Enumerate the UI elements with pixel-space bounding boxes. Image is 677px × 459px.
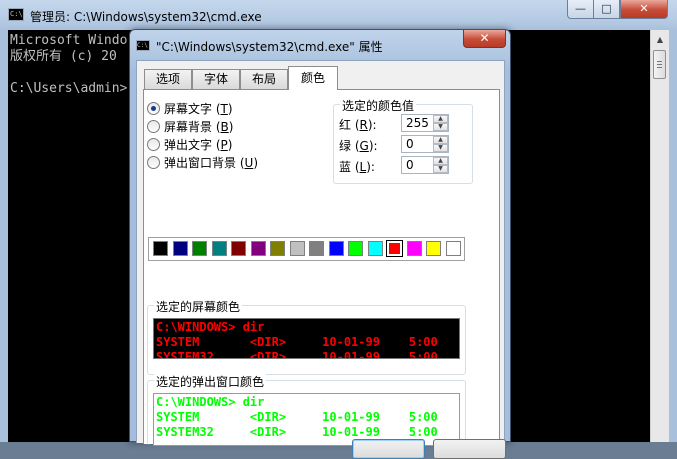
color-swatch-navy[interactable]: [172, 241, 188, 256]
radio-button[interactable]: [147, 102, 160, 115]
screen-colors-preview: C:\WINDOWS> dir SYSTEM <DIR> 10-01-99 5:…: [153, 318, 460, 359]
spin-up-icon[interactable]: ▲: [433, 157, 448, 165]
preview-line: SYSTEM32 <DIR> 10-01-99 5:00: [156, 350, 438, 359]
scrollbar-thumb[interactable]: [653, 50, 666, 79]
radio-button[interactable]: [147, 138, 160, 151]
blue-value-spinner[interactable]: 0 ▲ ▼: [401, 156, 449, 174]
color-swatch-red[interactable]: [386, 240, 403, 257]
green-value-spinner[interactable]: 0 ▲ ▼: [401, 135, 449, 153]
color-swatch-silver[interactable]: [289, 241, 305, 256]
selected-color-values-group: 选定的颜色值 红 (R): 255 ▲ ▼ 绿 (G): 0 ▲ ▼ 蓝 (L)…: [333, 97, 473, 184]
color-swatch-fuchsia[interactable]: [406, 241, 422, 256]
close-button[interactable]: ✕: [620, 0, 668, 19]
preview-line: SYSTEM32 <DIR> 10-01-99 5:00: [156, 425, 438, 439]
color-swatch-green[interactable]: [192, 241, 207, 256]
ok-button[interactable]: [352, 439, 425, 459]
color-swatch-gray[interactable]: [309, 241, 324, 256]
color-palette: [148, 237, 465, 261]
properties-dialog: C:\ "C:\Windows\system32\cmd.exe" 属性 ✕ 选…: [129, 29, 511, 459]
blue-value-input[interactable]: 0: [406, 158, 414, 172]
red-value-spinner[interactable]: 255 ▲ ▼: [401, 114, 449, 132]
tab-layout[interactable]: 布局: [240, 69, 288, 89]
spin-down-icon[interactable]: ▼: [433, 165, 448, 173]
popup-colors-group: 选定的弹出窗口颜色 C:\WINDOWS> dir SYSTEM <DIR> 1…: [147, 373, 466, 446]
group-title: 选定的弹出窗口颜色: [154, 373, 267, 390]
green-value-input[interactable]: 0: [406, 137, 414, 151]
radio-button[interactable]: [147, 120, 160, 133]
spin-down-icon[interactable]: ▼: [433, 123, 448, 131]
radio-screen-text[interactable]: 屏幕文字 (T): [147, 100, 233, 116]
radio-popup-background[interactable]: 弹出窗口背景 (U): [147, 154, 258, 170]
maximize-button[interactable]: □: [593, 0, 620, 19]
spin-up-icon[interactable]: ▲: [433, 115, 448, 123]
cancel-button[interactable]: [433, 439, 506, 459]
cmd-window-title: 管理员: C:\Windows\system32\cmd.exe: [30, 10, 262, 24]
preview-line: C:\WINDOWS> dir: [156, 320, 265, 334]
cmd-app-icon[interactable]: C:\: [8, 8, 24, 21]
screen-colors-group: 选定的屏幕颜色 C:\WINDOWS> dir SYSTEM <DIR> 10-…: [147, 298, 466, 375]
color-swatch-purple[interactable]: [250, 241, 266, 256]
color-swatch-white[interactable]: [445, 241, 461, 256]
minimize-button[interactable]: —: [567, 0, 594, 19]
colors-tab-panel: 屏幕文字 (T) 屏幕背景 (B) 弹出文字 (P) 弹出窗口背景 (U) 选定…: [143, 89, 500, 446]
dialog-cmd-icon: C:\: [136, 40, 150, 51]
color-swatch-teal[interactable]: [211, 241, 227, 256]
preview-line: SYSTEM <DIR> 10-01-99 5:00: [156, 335, 438, 349]
color-swatch-black[interactable]: [153, 241, 168, 256]
vertical-scrollbar[interactable]: ▲: [650, 30, 669, 442]
group-title: 选定的屏幕颜色: [154, 298, 243, 315]
console-line: Microsoft Windo: [10, 33, 128, 48]
color-swatch-maroon[interactable]: [231, 241, 246, 256]
color-swatch-blue[interactable]: [328, 241, 344, 256]
radio-screen-background[interactable]: 屏幕背景 (B): [147, 118, 233, 134]
color-swatch-lime[interactable]: [348, 241, 363, 256]
console-line: C:\Users\admin>: [10, 81, 128, 96]
dialog-body: 选项 字体 布局 颜色 屏幕文字 (T) 屏幕背景 (B) 弹出文字 (P) 弹…: [136, 60, 506, 459]
red-value-input[interactable]: 255: [406, 116, 429, 130]
spin-down-icon[interactable]: ▼: [433, 144, 448, 152]
dialog-close-button[interactable]: ✕: [463, 30, 506, 48]
color-swatch-yellow[interactable]: [426, 241, 441, 256]
tab-colors[interactable]: 颜色: [288, 66, 338, 90]
preview-line: SYSTEM <DIR> 10-01-99 5:00: [156, 410, 438, 424]
console-line: 版权所有 (c) 20: [10, 49, 117, 64]
color-swatch-aqua[interactable]: [367, 241, 383, 256]
group-title: 选定的颜色值: [340, 97, 417, 114]
dialog-title: "C:\Windows\system32\cmd.exe" 属性: [156, 40, 383, 54]
radio-popup-text[interactable]: 弹出文字 (P): [147, 136, 232, 152]
scroll-up-arrow-icon[interactable]: ▲: [652, 31, 668, 48]
preview-line: C:\WINDOWS> dir: [156, 395, 265, 409]
spin-up-icon[interactable]: ▲: [433, 136, 448, 144]
radio-button[interactable]: [147, 156, 160, 169]
tab-options[interactable]: 选项: [144, 69, 192, 89]
tab-font[interactable]: 字体: [192, 69, 240, 89]
color-swatch-olive[interactable]: [270, 241, 285, 256]
